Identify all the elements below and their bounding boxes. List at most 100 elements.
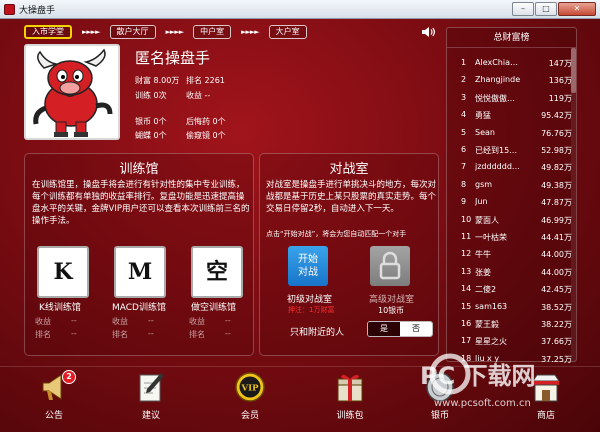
ranking-row[interactable]: 14 二傻2 42.45万 — [447, 284, 572, 301]
ranking-player-name: 悦悦傲傲… — [475, 93, 515, 103]
ranking-row[interactable]: 15 sam163 38.52万 — [447, 302, 572, 319]
ranking-wealth-value: 44.00万 — [541, 250, 572, 260]
minimize-button[interactable]: – — [512, 2, 534, 16]
ranking-row[interactable]: 8 gsm 49.38万 — [447, 180, 572, 197]
rank-stat: 排名 2261 — [186, 76, 225, 85]
wealth-stat: 财富 8.00万 — [135, 76, 180, 85]
ranking-player-name: 一叶枯荣 — [475, 233, 507, 242]
junior-room-name[interactable]: 初级对战室 — [287, 292, 332, 305]
notice-label: 公告 — [44, 411, 63, 421]
ranking-title: 总财富榜 — [447, 28, 576, 48]
ranking-row[interactable]: 4 勇猛 95.42万 — [447, 110, 572, 127]
short-training-button[interactable]: 空 — [191, 246, 243, 298]
butterfly-stat: 蝴蝶 0个 — [135, 131, 167, 140]
kline-income-value: -- — [71, 316, 77, 325]
ranking-player-name: Sean — [475, 127, 495, 137]
toggle-yes[interactable]: 是 — [368, 322, 400, 336]
vip-button[interactable]: VIP 会员 — [218, 367, 282, 431]
ranking-wealth-value: 52.98万 — [541, 146, 572, 155]
app-icon — [4, 3, 15, 15]
income-stat: 收益 -- — [186, 91, 211, 100]
player-name: 匿名操盘手 — [135, 49, 211, 67]
wealth-ranking: 总财富榜 1 AlexChia… 147万 2 Zhangjinde 136万 3 悦悦傲傲…… — [446, 27, 577, 364]
notepad-pen-icon — [139, 373, 164, 402]
senior-room-name[interactable]: 高级对战室 — [369, 292, 414, 305]
close-button[interactable]: ✕ — [558, 2, 596, 16]
macd-training-name[interactable]: MACD训练馆 — [112, 300, 166, 313]
ranking-player-name: 张姜 — [475, 267, 491, 277]
vip-medal-icon: VIP — [235, 372, 265, 402]
ranking-row[interactable]: 16 蒙王毅 38.22万 — [447, 319, 572, 336]
ranking-row[interactable]: 11 一叶枯荣 44.41万 — [447, 232, 572, 249]
kline-rank-value: -- — [71, 329, 77, 338]
training-pack-button[interactable]: 训练包 — [318, 367, 382, 431]
ranking-row[interactable]: 3 悦悦傲傲… 119万 — [447, 93, 572, 110]
window-title: 大操盘手 — [19, 5, 56, 16]
ranking-player-name: 已经到15… — [475, 146, 518, 155]
vip-label: 会员 — [240, 411, 259, 421]
ranking-position: 3 — [461, 92, 467, 102]
ranking-position: 10 — [461, 214, 472, 224]
ranking-position: 1 — [461, 58, 467, 67]
macd-training-button[interactable]: M — [114, 246, 166, 298]
kline-training-name[interactable]: K线训练馆 — [39, 300, 81, 313]
notice-button[interactable]: 2 公告 — [22, 367, 86, 431]
ranking-wealth-value: 76.76万 — [541, 128, 572, 138]
ranking-scroll-track[interactable] — [571, 48, 576, 361]
senior-room-cost: 10银币 — [378, 306, 405, 315]
kline-income-label: 收益 — [35, 317, 51, 326]
window-controls: – □ ✕ — [511, 2, 596, 16]
ranking-position: 12 — [461, 249, 472, 259]
ranking-wealth-value: 46.99万 — [541, 215, 572, 225]
nav-step-school[interactable]: 入市学堂 — [24, 25, 72, 39]
training-title: 训练馆 — [119, 162, 159, 177]
ranking-player-name: 牛牛 — [475, 250, 491, 260]
ranking-scroll-thumb[interactable] — [571, 48, 576, 93]
nav-arrows: ►►►► — [241, 28, 260, 36]
speaker-icon[interactable] — [420, 24, 436, 40]
senior-room-button[interactable] — [370, 246, 410, 286]
short-training-name[interactable]: 做空训练馆 — [191, 300, 236, 313]
ranking-wealth-value: 49.82万 — [541, 163, 572, 173]
window-titlebar: 大操盘手 – □ ✕ — [0, 0, 600, 19]
training-pack-label: 训练包 — [336, 411, 364, 421]
site-watermark: PC 下载网 www.pcsoft.com.cn — [420, 353, 536, 409]
nav-step-big-room[interactable]: 大户室 — [268, 25, 307, 39]
avatar[interactable] — [24, 44, 120, 140]
ranking-wealth-value: 42.45万 — [541, 285, 572, 295]
ranking-player-name: gsm — [475, 179, 493, 189]
ranking-row[interactable]: 2 Zhangjinde 136万 — [447, 75, 572, 92]
ranking-position: 6 — [461, 145, 467, 154]
start-battle-button[interactable]: 开始 对战 — [288, 246, 328, 286]
ranking-row[interactable]: 5 Sean 76.76万 — [447, 128, 572, 145]
kline-training-button[interactable]: K — [37, 246, 89, 298]
ranking-player-name: jzdddddd… — [475, 162, 520, 172]
toggle-no[interactable]: 否 — [400, 322, 432, 336]
ranking-player-name: 蒙王毅 — [475, 320, 499, 329]
ranking-row[interactable]: 13 张姜 44.00万 — [447, 267, 572, 284]
ranking-row[interactable]: 10 蒙面人 46.99万 — [447, 215, 572, 232]
ranking-row[interactable]: 9 Jun 47.87万 — [447, 197, 572, 214]
kline-rank-label: 排名 — [35, 330, 51, 339]
ranking-row[interactable]: 12 牛牛 44.00万 — [447, 249, 572, 266]
nearby-only-toggle[interactable]: 是 否 — [367, 321, 433, 337]
ranking-position: 8 — [461, 179, 467, 189]
ranking-row[interactable]: 7 jzdddddd… 49.82万 — [447, 162, 572, 179]
nav-step-mid-room[interactable]: 中户室 — [193, 25, 232, 39]
maximize-button[interactable]: □ — [535, 2, 557, 16]
ranking-row[interactable]: 6 已经到15… 52.98万 — [447, 145, 572, 162]
ranking-wealth-value: 147万 — [548, 59, 572, 68]
ranking-player-name: AlexChia… — [475, 58, 518, 67]
ranking-wealth-value: 47.87万 — [541, 198, 572, 208]
suggest-button[interactable]: 建议 — [119, 367, 183, 431]
ranking-row[interactable]: 1 AlexChia… 147万 — [447, 58, 572, 75]
macd-rank-label: 排名 — [112, 330, 128, 339]
gift-box-icon — [337, 374, 363, 402]
telescope-stat: 偷窥镜 0个 — [186, 131, 226, 140]
vip-medal-text: VIP — [241, 384, 260, 394]
nav-step-hall[interactable]: 散户大厅 — [109, 25, 156, 39]
macd-income-value: -- — [148, 316, 154, 325]
ranking-position: 5 — [461, 127, 467, 137]
short-rank-value: -- — [225, 329, 231, 338]
training-description: 在训练馆里，操盘手将会进行有针对性的集中专业训练，每个训练都有单独的收益率排行。… — [32, 180, 250, 226]
